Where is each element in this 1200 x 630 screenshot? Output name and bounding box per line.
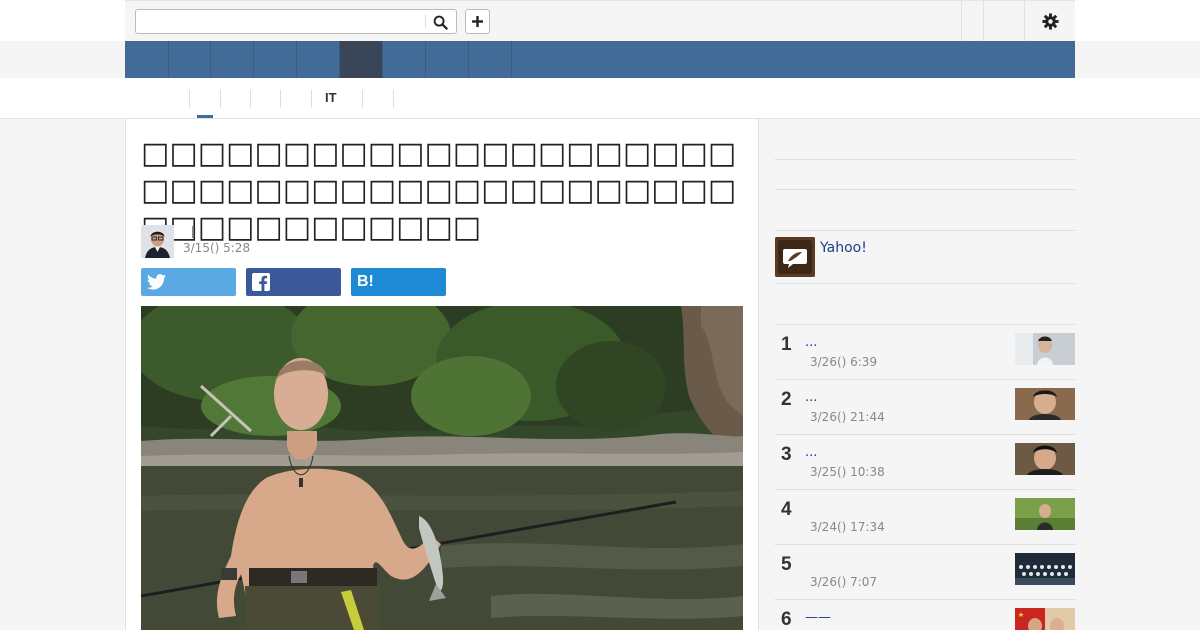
article-headline: □□□□□□□□□□□□□□□□□□□□□□□□□□□□□□□□□□□□□□□□… (141, 136, 737, 245)
author-avatar[interactable] (141, 225, 174, 258)
sidebar-divider (775, 159, 1075, 160)
rank-thumbnail (1015, 608, 1075, 630)
subnav-item[interactable] (281, 90, 312, 108)
rank-date: 3/26() 6:39 (810, 355, 878, 369)
toolbar-divider (983, 1, 984, 41)
hatena-bookmark-icon: B! (357, 273, 374, 290)
subnav-item[interactable] (251, 90, 281, 108)
rank-number: 4 (781, 499, 792, 520)
author-divider (192, 226, 193, 238)
rank-number: 1 (781, 334, 792, 355)
nav-item[interactable] (469, 41, 512, 78)
nav-item[interactable] (169, 41, 211, 78)
toolbar-divider (1024, 1, 1025, 41)
nav-item[interactable] (297, 41, 340, 78)
rank-date: 3/25() 10:38 (810, 465, 885, 479)
main-nav (125, 41, 1075, 78)
rank-thumbnail (1015, 498, 1075, 530)
rank-thumbnail (1015, 443, 1075, 475)
settings-button[interactable] (1037, 9, 1063, 33)
rank-number: 5 (781, 554, 792, 575)
subnav-item-label: IT (325, 90, 337, 105)
nav-item[interactable] (211, 41, 254, 78)
facebook-share-button[interactable] (246, 268, 341, 296)
search-button[interactable] (428, 12, 452, 32)
twitter-share-button[interactable] (141, 268, 236, 296)
search-icon (433, 15, 448, 30)
rank-title[interactable]: ... (805, 390, 817, 405)
ranking-item[interactable]: 1 ... 3/26() 6:39 (775, 324, 1075, 379)
quill-icon (775, 237, 815, 277)
subnav-item[interactable] (363, 90, 394, 108)
search-box (135, 9, 457, 34)
article-photo (141, 306, 743, 630)
rank-date: 3/26() 21:44 (810, 410, 885, 424)
facebook-icon (252, 273, 270, 291)
plus-icon (472, 16, 483, 27)
publish-date: 3/15() 5:28 (183, 241, 251, 255)
rank-thumbnail (1015, 333, 1075, 365)
sidebar-divider (775, 283, 1075, 284)
sidebar: Yahoo! 1 ... 3/26() 6:39 2 ... 3/26() 21… (775, 118, 1075, 630)
yahoo-link[interactable]: Yahoo! (820, 240, 867, 256)
article-photo-image (141, 306, 743, 630)
article: □□□□□□□□□□□□□□□□□□□□□□□□□□□□□□□□□□□□□□□□… (125, 118, 759, 630)
hatena-bookmark-button[interactable]: B! (351, 268, 446, 296)
rank-title[interactable]: ... (805, 335, 817, 350)
nav-item[interactable] (383, 41, 426, 78)
yahoo-pen-icon[interactable] (775, 237, 815, 277)
ranking-item[interactable]: 4 3/24() 17:34 (775, 489, 1075, 544)
nav-item[interactable] (125, 41, 169, 78)
author-photo (141, 225, 174, 258)
rank-date: 3/26() 7:07 (810, 575, 878, 589)
nav-item[interactable] (254, 41, 297, 78)
rank-date: 3/24() 17:34 (810, 520, 885, 534)
subnav-item-active[interactable] (190, 90, 221, 108)
twitter-icon (147, 274, 166, 290)
ranking-item[interactable]: 3 ... 3/25() 10:38 (775, 434, 1075, 489)
search-divider (425, 15, 426, 28)
ranking-item[interactable]: 6 —— (775, 599, 1075, 630)
subnav-item[interactable] (221, 90, 251, 108)
sidebar-divider (775, 189, 1075, 190)
subnav-item-it[interactable]: IT (312, 90, 363, 108)
ranking-item[interactable]: 2 ... 3/26() 21:44 (775, 379, 1075, 434)
subnav-item[interactable] (159, 90, 190, 108)
sub-nav: IT (0, 78, 1200, 119)
add-button[interactable] (465, 9, 490, 34)
nav-item[interactable] (426, 41, 469, 78)
ranking-item[interactable]: 5 3/26() 7:07 (775, 544, 1075, 599)
toolbar-divider (961, 1, 962, 41)
nav-item-active[interactable] (340, 41, 383, 78)
top-bar-inner (125, 0, 1075, 41)
rank-thumbnail (1015, 553, 1075, 585)
rank-title[interactable]: —— (805, 610, 831, 625)
top-bar (0, 0, 1200, 41)
search-input[interactable] (136, 10, 424, 33)
rank-thumbnail (1015, 388, 1075, 420)
gear-icon (1041, 12, 1059, 30)
rank-title[interactable]: ... (805, 445, 817, 460)
rank-number: 6 (781, 609, 792, 630)
rank-number: 2 (781, 389, 792, 410)
sidebar-divider (775, 230, 1075, 231)
rank-number: 3 (781, 444, 792, 465)
